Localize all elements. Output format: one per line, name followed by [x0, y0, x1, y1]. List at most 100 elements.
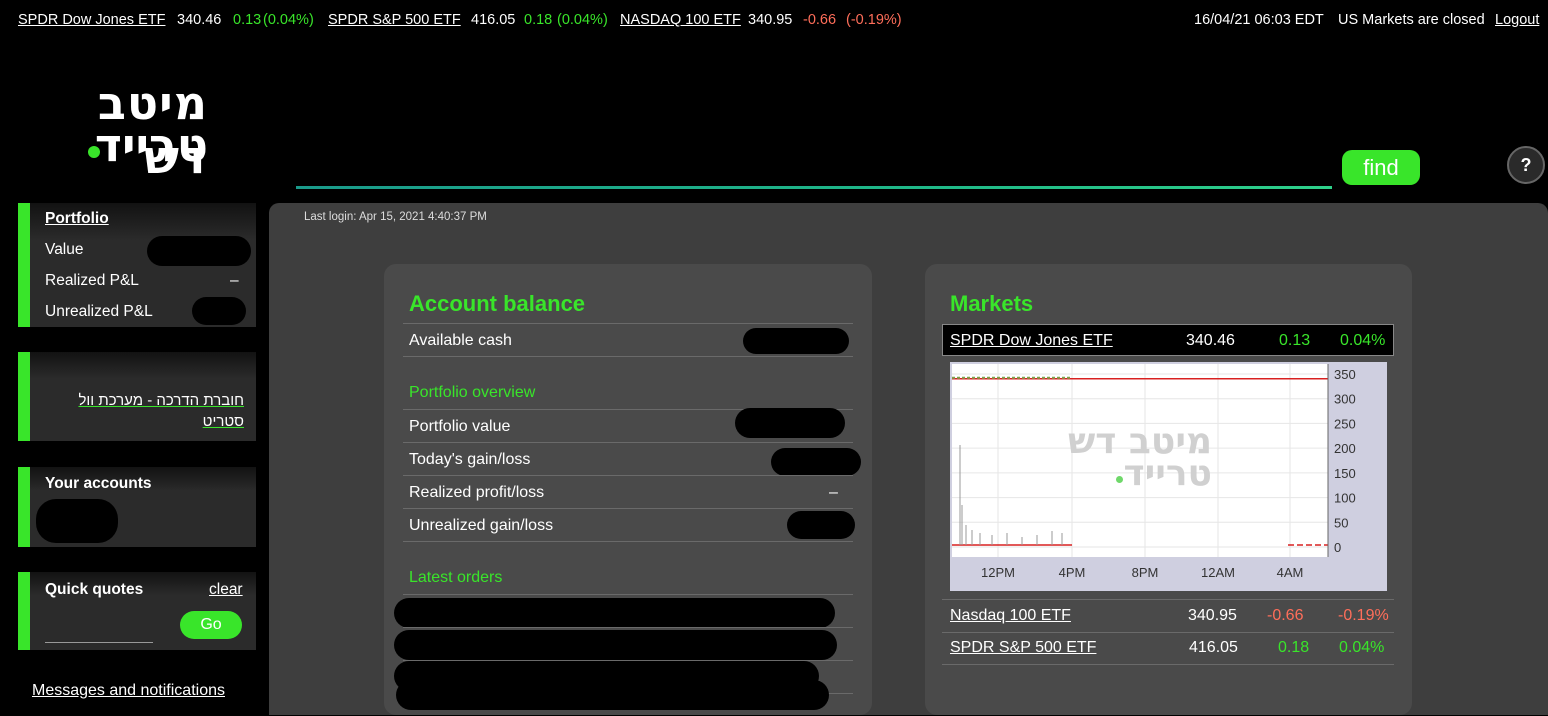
ticker-price-nasdaq: 340.95 — [748, 12, 793, 28]
market-change-nasdaq: -0.66 — [1267, 607, 1304, 624]
unrealized-row: Unrealized gain/loss — [403, 508, 855, 542]
market-pct-sp500: 0.04% — [1339, 639, 1385, 656]
portfolio-value-label: Portfolio value — [409, 418, 511, 435]
market-change-sp500: 0.18 — [1278, 639, 1310, 656]
redacted-value — [147, 236, 251, 266]
chart-axes: 350 300 250 200 150 100 50 0 12PM 4PM 8PM 12AM 4AM — [981, 364, 1356, 580]
guide-panel: חוברת הדרכה - מערכת וול סטריט — [18, 352, 256, 441]
order-row[interactable] — [396, 680, 853, 716]
realized-row: Realized profit/loss – — [403, 475, 853, 508]
logo-dot — [88, 146, 100, 158]
messages-link[interactable]: Messages and notifications — [32, 682, 225, 700]
todays-gain-label: Today's gain/loss — [409, 451, 531, 468]
redacted-todays-gain — [771, 448, 861, 476]
find-button[interactable]: find — [1342, 150, 1420, 185]
account-balance-title: Account balance — [409, 291, 586, 316]
markets-title: Markets — [950, 291, 1034, 316]
ticker-datetime: 16/04/21 06:03 EDT — [1194, 12, 1324, 28]
search-underline — [296, 186, 1332, 189]
available-cash-label: Available cash — [409, 332, 512, 349]
latest-orders-title: Latest orders — [409, 569, 503, 586]
accounts-title: Your accounts — [45, 475, 152, 492]
chart-x-tick-label: 4AM — [1277, 565, 1304, 580]
portfolio-value-label: Value — [45, 241, 84, 258]
redacted-portfolio-value — [735, 408, 845, 438]
ticker-change-dow: 0.13 — [233, 12, 262, 28]
ticker-change-nasdaq: -0.66 — [803, 12, 837, 28]
chart-y-tick-label: 300 — [1334, 392, 1356, 407]
ticker-link-nasdaq[interactable]: NASDAQ 100 ETF — [620, 12, 741, 28]
chart-y-tick-label: 0 — [1334, 540, 1341, 555]
unrealized-pl-label: Unrealized P&L — [45, 303, 153, 320]
market-status: US Markets are closed — [1338, 12, 1485, 28]
available-cash-row: Available cash — [403, 323, 853, 357]
guide-link-line2: סטריט — [202, 413, 244, 430]
realized-pl-value: – — [230, 272, 239, 289]
portfolio-overview-title: Portfolio overview — [409, 384, 536, 401]
accounts-panel: Your accounts — [18, 467, 256, 547]
market-price-dow: 340.46 — [1186, 332, 1235, 349]
market-name-sp500[interactable]: SPDR S&P 500 ETF — [950, 639, 1096, 657]
quick-quotes-clear[interactable]: clear — [209, 581, 243, 599]
market-pct-nasdaq: -0.19% — [1338, 607, 1389, 624]
logo-line2: טרייד — [94, 118, 208, 172]
guide-link-line1: חוברת הדרכה - מערכת וול — [78, 392, 244, 409]
quick-quote-input[interactable] — [45, 642, 153, 643]
chart-y-tick-label: 250 — [1334, 416, 1356, 431]
market-row-sp500[interactable]: SPDR S&P 500 ETF 416.05 0.18 0.04% — [942, 632, 1394, 665]
ticker-pct-dow: (0.04%) — [263, 12, 314, 28]
help-button[interactable]: ? — [1507, 146, 1545, 184]
redacted-order — [394, 630, 837, 660]
chart-x-tick-label: 4PM — [1059, 565, 1086, 580]
guide-link[interactable]: חוברת הדרכה - מערכת וול סטריט — [78, 390, 244, 432]
chart-y-tick-label: 350 — [1334, 367, 1356, 382]
redacted-order — [394, 598, 835, 628]
realized-label: Realized profit/loss — [409, 484, 545, 501]
ticker-pct-nasdaq: (-0.19%) — [846, 12, 902, 28]
go-button[interactable]: Go — [180, 611, 242, 639]
redacted-order — [396, 680, 829, 710]
redacted-cash — [743, 328, 849, 354]
todays-gain-row: Today's gain/loss — [403, 442, 861, 476]
market-price-sp500: 416.05 — [1189, 639, 1238, 656]
chart-y-tick-label: 100 — [1334, 491, 1356, 506]
order-row[interactable] — [394, 627, 853, 660]
ticker-price-dow: 340.46 — [177, 12, 222, 28]
ticker-pct-sp500: (0.04%) — [557, 12, 608, 28]
chart-y-tick-label: 150 — [1334, 466, 1356, 481]
chart-y-tick-label: 50 — [1334, 515, 1348, 530]
chart-x-tick-label: 12AM — [1201, 565, 1235, 580]
quick-quotes-title: Quick quotes — [45, 581, 144, 598]
unrealized-label: Unrealized gain/loss — [409, 517, 554, 534]
quick-quotes-panel: Quick quotes clear Go — [18, 572, 256, 650]
realized-value: – — [829, 484, 838, 501]
chart-y-tick-label: 200 — [1334, 441, 1356, 456]
portfolio-title-link[interactable]: Portfolio — [45, 210, 109, 228]
market-price-nasdaq: 340.95 — [1188, 607, 1237, 624]
portfolio-value-row: Portfolio value — [403, 408, 853, 442]
market-row-nasdaq[interactable]: Nasdaq 100 ETF 340.95 -0.66 -0.19% — [942, 599, 1394, 633]
order-row[interactable] — [394, 594, 853, 628]
chart-x-tick-label: 8PM — [1132, 565, 1159, 580]
market-change-dow: 0.13 — [1279, 332, 1311, 349]
brand-logo[interactable]: מיטב דש טרייד — [18, 54, 216, 188]
ticker-bar: SPDR Dow Jones ETF 340.46 0.13 (0.04%) S… — [0, 0, 1548, 40]
account-balance-card: Account balance Available cash Portfolio… — [384, 264, 872, 715]
chart-x-tick-label: 12PM — [981, 565, 1015, 580]
last-login: Last login: Apr 15, 2021 4:40:37 PM — [304, 211, 487, 223]
market-pct-dow: 0.04% — [1340, 332, 1386, 349]
ticker-link-sp500[interactable]: SPDR S&P 500 ETF — [328, 12, 461, 28]
realized-pl-label: Realized P&L — [45, 272, 139, 289]
search-input[interactable] — [300, 150, 1324, 184]
ticker-change-sp500: 0.18 — [524, 12, 553, 28]
redacted-accounts — [36, 499, 118, 543]
market-row-dow[interactable]: SPDR Dow Jones ETF 340.46 0.13 0.04% — [942, 324, 1394, 356]
ticker-link-dow[interactable]: SPDR Dow Jones ETF — [18, 12, 165, 28]
ticker-price-sp500: 416.05 — [471, 12, 516, 28]
logout-link[interactable]: Logout — [1495, 12, 1539, 28]
portfolio-panel: Portfolio Value Realized P&L – Unrealize… — [18, 203, 256, 327]
market-name-dow[interactable]: SPDR Dow Jones ETF — [950, 332, 1113, 350]
redacted-unrealized-gain — [787, 511, 855, 539]
redacted-unrealized — [192, 297, 246, 325]
market-name-nasdaq[interactable]: Nasdaq 100 ETF — [950, 607, 1071, 625]
